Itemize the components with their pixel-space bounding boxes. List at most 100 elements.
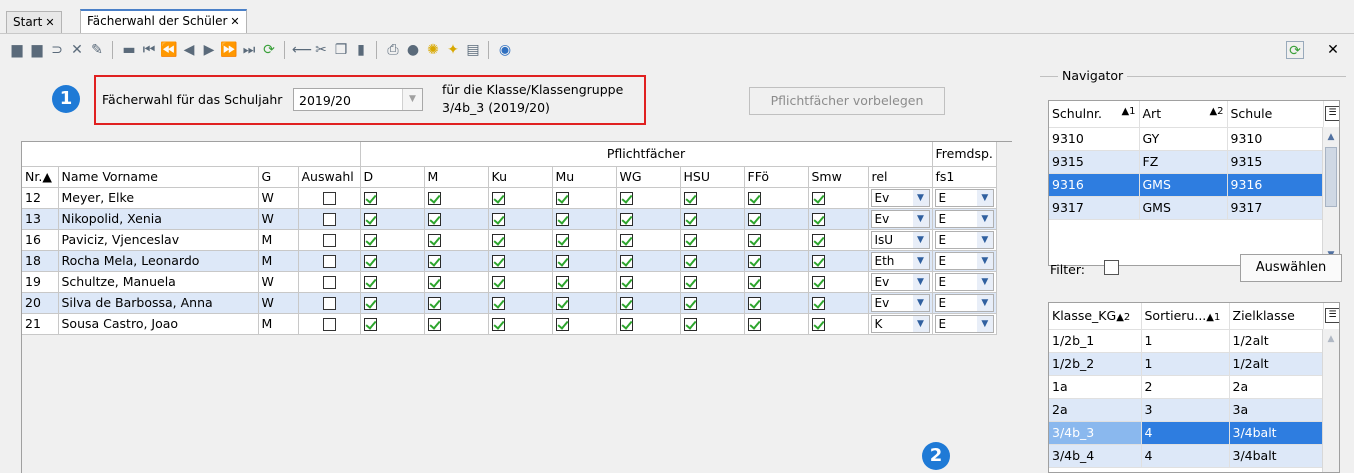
auswahl-checkbox[interactable] [322,318,336,331]
save-all-icon[interactable]: ▆ [28,41,46,59]
fs1-select[interactable]: E ▼ [934,272,994,291]
auswahl-checkbox[interactable] [322,276,336,289]
next-icon[interactable]: ▶ [200,41,218,59]
mu-checkbox[interactable] [555,297,569,310]
wg-checkbox[interactable] [619,192,633,205]
hsu-checkbox[interactable] [683,234,697,247]
hsu-checkbox[interactable] [683,297,697,310]
scroll-up-icon[interactable]: ▲ [1323,331,1339,347]
hsu-checkbox[interactable] [683,192,697,205]
auswaehlen-button[interactable]: Auswählen [1240,254,1342,282]
table-row[interactable]: 13 Nikopolid, Xenia W Ev ▼ E ▼ [22,208,997,230]
mu-checkbox[interactable] [555,213,569,226]
d-checkbox[interactable] [363,234,377,247]
auswahl-checkbox[interactable] [322,255,336,268]
help-icon[interactable]: ◉ [496,41,514,59]
clean-icon[interactable]: ✦ [444,41,462,59]
col-header-klasse-kg[interactable]: Klasse_KG▲2 [1049,303,1142,330]
klassen-row[interactable]: 3/4b_4 4 3/4balt [1049,444,1324,468]
col-header-m[interactable]: M [424,166,489,188]
col-header-ku[interactable]: Ku [488,166,553,188]
rel-select[interactable]: Eth ▼ [870,251,930,270]
chevron-down-icon[interactable]: ▼ [976,210,993,227]
fs1-select[interactable]: E ▼ [934,314,994,333]
mu-checkbox[interactable] [555,255,569,268]
navigator-row[interactable]: 9315 FZ 9315 [1049,150,1324,174]
hsu-checkbox[interactable] [683,213,697,226]
rel-select[interactable]: Ev ▼ [870,188,930,207]
col-header-d[interactable]: D [360,166,425,188]
ffoe-checkbox[interactable] [747,276,761,289]
m-checkbox[interactable] [427,297,441,310]
ku-checkbox[interactable] [491,276,505,289]
new-icon[interactable]: ▬ [120,41,138,59]
d-checkbox[interactable] [363,192,377,205]
table-row[interactable]: 12 Meyer, Elke W Ev ▼ E ▼ [22,187,997,209]
smw-checkbox[interactable] [811,297,825,310]
fs1-select[interactable]: E ▼ [934,293,994,312]
rel-select[interactable]: K ▼ [870,314,930,333]
mu-checkbox[interactable] [555,276,569,289]
rel-select[interactable]: Ev ▼ [870,272,930,291]
col-header-auswahl[interactable]: Auswahl [298,166,361,188]
save-icon[interactable]: ▆ [8,41,26,59]
m-checkbox[interactable] [427,192,441,205]
chevron-down-icon[interactable]: ▼ [976,315,993,332]
navigator-row[interactable]: 9316 GMS 9316 [1049,173,1324,197]
rel-select[interactable]: Ev ▼ [870,209,930,228]
col-header-g[interactable]: G [258,166,299,188]
col-header-ffoe[interactable]: FFö [744,166,809,188]
mu-checkbox[interactable] [555,234,569,247]
col-header-schule[interactable]: Schule [1227,101,1324,128]
chevron-down-icon[interactable]: ▼ [912,210,929,227]
wg-checkbox[interactable] [619,234,633,247]
wg-checkbox[interactable] [619,213,633,226]
delete-icon[interactable]: ✕ [68,41,86,59]
chevron-down-icon[interactable]: ▼ [912,252,929,269]
d-checkbox[interactable] [363,255,377,268]
m-checkbox[interactable] [427,234,441,247]
back-icon[interactable]: ⟵ [292,41,312,59]
ku-checkbox[interactable] [491,255,505,268]
schuljahr-select[interactable]: 2019/20 ▼ [293,88,423,111]
d-checkbox[interactable] [363,297,377,310]
rel-select[interactable]: Ev ▼ [870,293,930,312]
ffoe-checkbox[interactable] [747,192,761,205]
hsu-checkbox[interactable] [683,318,697,331]
hint-icon[interactable]: ✺ [424,41,442,59]
next-page-icon[interactable]: ⏩ [220,41,238,59]
table-row[interactable]: 20 Silva de Barbossa, Anna W Ev ▼ E ▼ [22,292,997,314]
print-icon[interactable]: ⎙ [384,41,402,59]
mu-checkbox[interactable] [555,192,569,205]
prev-page-icon[interactable]: ⏪ [160,41,178,59]
ku-checkbox[interactable] [491,318,505,331]
auswahl-checkbox[interactable] [322,297,336,310]
klassen-row[interactable]: 2a 3 3a [1049,398,1324,422]
sync-icon[interactable]: ⟳ [1286,41,1304,59]
hsu-checkbox[interactable] [683,255,697,268]
auswahl-checkbox[interactable] [322,234,336,247]
col-header-wg[interactable]: WG [616,166,681,188]
ku-checkbox[interactable] [491,297,505,310]
col-header-schulnr[interactable]: Schulnr. ▲1 [1049,101,1140,128]
smw-checkbox[interactable] [811,318,825,331]
column-chooser-icon[interactable]: ☰ [1325,106,1339,121]
navigator-row[interactable]: 9317 GMS 9317 [1049,196,1324,220]
klassen-row[interactable]: 3/4b_3 4 3/4balt [1049,421,1324,445]
smw-checkbox[interactable] [811,234,825,247]
smw-checkbox[interactable] [811,213,825,226]
d-checkbox[interactable] [363,276,377,289]
last-icon[interactable]: ⏭ [240,41,258,59]
klassen-row[interactable]: 1/2b_1 1 1/2alt [1049,329,1324,353]
refresh-icon[interactable]: ⟳ [260,41,278,59]
chevron-down-icon[interactable]: ▼ [912,294,929,311]
chevron-down-icon[interactable]: ▼ [912,189,929,206]
column-chooser-icon[interactable]: ☰ [1325,308,1339,323]
close-icon[interactable]: ✕ [1324,41,1342,59]
ffoe-checkbox[interactable] [747,318,761,331]
fs1-select[interactable]: E ▼ [934,188,994,207]
smw-checkbox[interactable] [811,192,825,205]
col-header-nr[interactable]: Nr.▲ [22,166,59,188]
scroll-thumb[interactable] [1325,147,1337,207]
cut-icon[interactable]: ✂ [312,41,330,59]
